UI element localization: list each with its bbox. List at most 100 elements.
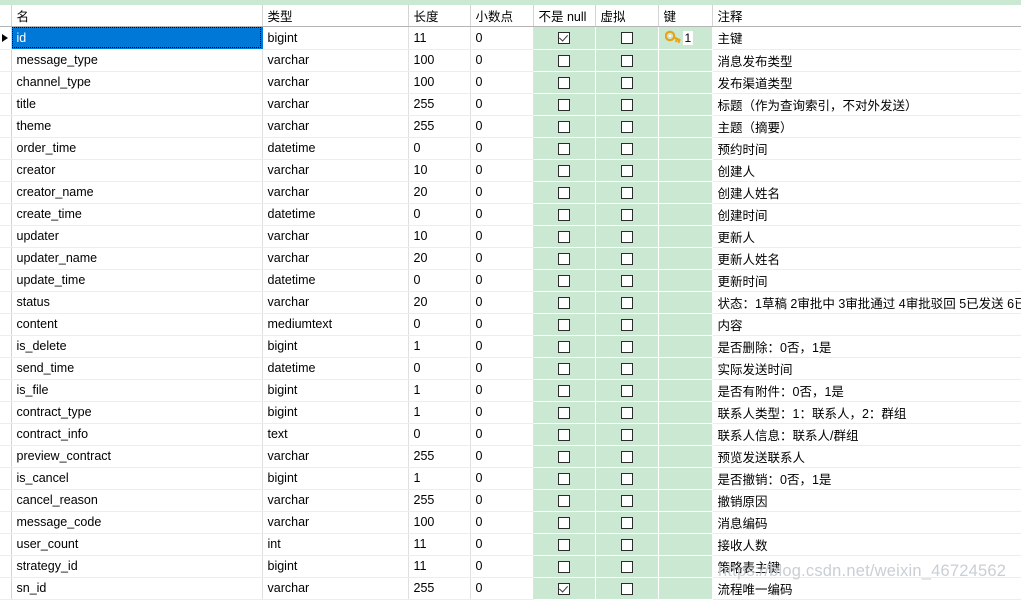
- cell-virtual[interactable]: [595, 247, 659, 270]
- cell-field-type[interactable]: varchar: [262, 225, 409, 248]
- row-gutter[interactable]: [0, 533, 12, 556]
- cell-key[interactable]: [658, 401, 713, 424]
- row-gutter[interactable]: [0, 445, 12, 468]
- virtual-checkbox[interactable]: [620, 164, 633, 177]
- cell-virtual[interactable]: [595, 401, 659, 424]
- table-row[interactable]: message_code varchar 100 0 消息编码: [0, 511, 1021, 534]
- cell-key[interactable]: 1: [658, 26, 713, 50]
- cell-field-decimals[interactable]: 0: [470, 49, 534, 72]
- cell-key[interactable]: [658, 313, 713, 336]
- cell-virtual[interactable]: [595, 511, 659, 534]
- row-gutter[interactable]: [0, 26, 12, 50]
- table-row[interactable]: content mediumtext 0 0 内容: [0, 313, 1021, 336]
- not-null-checkbox[interactable]: [558, 252, 570, 265]
- table-row[interactable]: sn_id varchar 255 0 流程唯一编码: [0, 577, 1021, 600]
- column-header-not-null[interactable]: 不是 null: [533, 5, 596, 27]
- column-header-length[interactable]: 长度: [408, 5, 471, 27]
- cell-field-name[interactable]: message_type: [11, 49, 263, 72]
- cell-field-type[interactable]: varchar: [262, 71, 409, 94]
- cell-key[interactable]: [658, 115, 713, 138]
- virtual-checkbox[interactable]: [620, 120, 633, 133]
- cell-comment[interactable]: 是否删除：0否，1是: [712, 335, 1021, 358]
- virtual-checkbox[interactable]: [620, 384, 633, 397]
- cell-comment[interactable]: 创建时间: [712, 203, 1021, 226]
- cell-field-length[interactable]: 10: [408, 159, 471, 182]
- virtual-checkbox[interactable]: [620, 560, 633, 573]
- cell-field-name[interactable]: is_cancel: [11, 467, 263, 490]
- cell-not-null[interactable]: [533, 269, 596, 292]
- table-row[interactable]: is_cancel bigint 1 0 是否撤销：0否，1是: [0, 467, 1021, 490]
- cell-field-decimals[interactable]: 0: [470, 26, 534, 50]
- row-gutter[interactable]: [0, 247, 12, 270]
- cell-virtual[interactable]: [595, 335, 659, 358]
- row-gutter[interactable]: [0, 115, 12, 138]
- cell-field-length[interactable]: 255: [408, 577, 471, 600]
- cell-virtual[interactable]: [595, 225, 659, 248]
- cell-virtual[interactable]: [595, 379, 659, 402]
- cell-not-null[interactable]: [533, 423, 596, 446]
- cell-field-length[interactable]: 0: [408, 423, 471, 446]
- cell-field-name[interactable]: id: [11, 26, 263, 50]
- column-header-key[interactable]: 键: [658, 5, 713, 27]
- row-gutter[interactable]: [0, 313, 12, 336]
- cell-not-null[interactable]: [533, 379, 596, 402]
- not-null-checkbox[interactable]: [558, 230, 570, 243]
- cell-comment[interactable]: 预约时间: [712, 137, 1021, 160]
- cell-field-length[interactable]: 20: [408, 247, 471, 270]
- cell-field-name[interactable]: message_code: [11, 511, 263, 534]
- cell-not-null[interactable]: [533, 71, 596, 94]
- not-null-checkbox[interactable]: [558, 32, 570, 45]
- cell-comment[interactable]: 更新人: [712, 225, 1021, 248]
- cell-key[interactable]: [658, 49, 713, 72]
- cell-not-null[interactable]: [533, 291, 596, 314]
- cell-field-length[interactable]: 0: [408, 203, 471, 226]
- not-null-checkbox[interactable]: [558, 450, 570, 463]
- cell-key[interactable]: [658, 93, 713, 116]
- cell-not-null[interactable]: [533, 247, 596, 270]
- cell-field-decimals[interactable]: 0: [470, 71, 534, 94]
- cell-not-null[interactable]: [533, 335, 596, 358]
- cell-not-null[interactable]: [533, 93, 596, 116]
- virtual-checkbox[interactable]: [620, 406, 633, 419]
- cell-comment[interactable]: 更新时间: [712, 269, 1021, 292]
- row-gutter[interactable]: [0, 401, 12, 424]
- virtual-checkbox[interactable]: [620, 494, 633, 507]
- row-gutter[interactable]: [0, 423, 12, 446]
- cell-field-length[interactable]: 1: [408, 335, 471, 358]
- cell-field-name[interactable]: title: [11, 93, 263, 116]
- cell-not-null[interactable]: [533, 357, 596, 380]
- virtual-checkbox[interactable]: [620, 230, 633, 243]
- row-gutter[interactable]: [0, 379, 12, 402]
- cell-field-decimals[interactable]: 0: [470, 379, 534, 402]
- cell-key[interactable]: [658, 533, 713, 556]
- cell-virtual[interactable]: [595, 555, 659, 578]
- virtual-checkbox[interactable]: [620, 32, 633, 45]
- cell-virtual[interactable]: [595, 49, 659, 72]
- cell-field-length[interactable]: 255: [408, 93, 471, 116]
- cell-field-type[interactable]: varchar: [262, 445, 409, 468]
- virtual-checkbox[interactable]: [620, 362, 633, 375]
- row-gutter[interactable]: [0, 357, 12, 380]
- row-gutter[interactable]: [0, 49, 12, 72]
- cell-field-decimals[interactable]: 0: [470, 159, 534, 182]
- not-null-checkbox[interactable]: [558, 142, 570, 155]
- table-row[interactable]: is_delete bigint 1 0 是否删除：0否，1是: [0, 335, 1021, 358]
- cell-comment[interactable]: 联系人类型：1：联系人，2：群组: [712, 401, 1021, 424]
- cell-virtual[interactable]: [595, 291, 659, 314]
- cell-field-type[interactable]: varchar: [262, 159, 409, 182]
- cell-field-length[interactable]: 11: [408, 533, 471, 556]
- virtual-checkbox[interactable]: [620, 54, 633, 67]
- table-row[interactable]: updater_name varchar 20 0 更新人姓名: [0, 247, 1021, 270]
- cell-field-type[interactable]: varchar: [262, 247, 409, 270]
- cell-not-null[interactable]: [533, 26, 596, 50]
- not-null-checkbox[interactable]: [558, 296, 570, 309]
- not-null-checkbox[interactable]: [558, 494, 570, 507]
- cell-virtual[interactable]: [595, 533, 659, 556]
- cell-virtual[interactable]: [595, 313, 659, 336]
- cell-field-length[interactable]: 255: [408, 115, 471, 138]
- cell-field-length[interactable]: 255: [408, 489, 471, 512]
- cell-not-null[interactable]: [533, 533, 596, 556]
- cell-field-length[interactable]: 10: [408, 225, 471, 248]
- virtual-checkbox[interactable]: [620, 252, 633, 265]
- cell-comment[interactable]: 消息发布类型: [712, 49, 1021, 72]
